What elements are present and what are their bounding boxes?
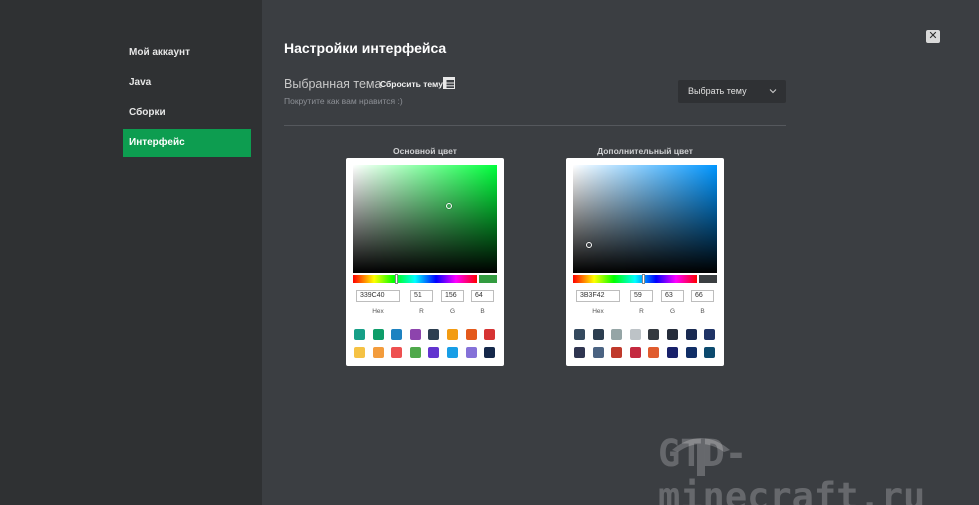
primary-r-field[interactable]: 51: [410, 290, 433, 302]
secondary-swatch[interactable]: [611, 329, 623, 340]
primary-swatch[interactable]: [484, 329, 496, 340]
primary-hue-handle[interactable]: [395, 274, 398, 284]
secondary-swatch[interactable]: [629, 329, 641, 340]
sidebar-item-builds[interactable]: Сборки: [123, 99, 251, 127]
sidebar-item-account[interactable]: Мой аккаунт: [123, 39, 251, 67]
primary-b-label: B: [480, 308, 485, 315]
secondary-g-label: G: [669, 308, 676, 315]
theme-select-label: Выбрать тему: [688, 86, 747, 96]
sidebar: Мой аккаунт Java Сборки Интерфейс: [0, 0, 262, 505]
secondary-swatch[interactable]: [667, 329, 678, 340]
chevron-down-icon: [769, 80, 777, 112]
primary-hue-slider[interactable]: [353, 275, 477, 283]
secondary-saturation-handle[interactable]: [586, 242, 592, 248]
primary-saturation-handle[interactable]: [446, 203, 452, 209]
secondary-hex-label: Hex: [592, 308, 604, 315]
primary-saturation-area[interactable]: [353, 165, 497, 273]
secondary-swatch[interactable]: [704, 329, 716, 340]
primary-hex-field[interactable]: 339C40: [356, 290, 400, 302]
secondary-swatch[interactable]: [611, 347, 623, 358]
page-title: Настройки интерфейса: [284, 40, 447, 56]
watermark: GTD-minecraft.ru: [658, 432, 979, 505]
secondary-swatch[interactable]: [629, 347, 641, 358]
secondary-hue-slider[interactable]: [573, 275, 697, 283]
primary-swatch[interactable]: [391, 347, 403, 358]
secondary-hue-handle[interactable]: [642, 274, 645, 284]
theme-select-dropdown[interactable]: Выбрать тему: [678, 80, 786, 103]
primary-hex-label: Hex: [372, 308, 384, 315]
secondary-swatch[interactable]: [685, 347, 697, 358]
secondary-swatch[interactable]: [592, 329, 604, 340]
secondary-hex-field[interactable]: 3B3F42: [576, 290, 620, 302]
secondary-swatch[interactable]: [574, 329, 585, 340]
primary-r-label: R: [419, 308, 424, 315]
close-icon[interactable]: ✕: [926, 30, 940, 43]
secondary-b-field[interactable]: 66: [691, 290, 714, 302]
primary-swatch[interactable]: [354, 347, 365, 358]
sidebar-item-interface[interactable]: Интерфейс: [123, 129, 251, 157]
secondary-g-field[interactable]: 63: [661, 290, 684, 302]
secondary-r-field[interactable]: 59: [630, 290, 653, 302]
secondary-b-label: B: [700, 308, 705, 315]
primary-swatch[interactable]: [428, 347, 440, 358]
primary-color-picker: 339C40 51 156 64 Hex R G B: [346, 158, 504, 366]
secondary-swatch[interactable]: [592, 347, 604, 358]
selected-theme-label: Выбранная тема: [284, 77, 382, 91]
primary-swatch[interactable]: [484, 347, 496, 358]
secondary-swatch[interactable]: [648, 347, 660, 358]
primary-swatch[interactable]: [465, 329, 477, 340]
secondary-swatch[interactable]: [574, 347, 585, 358]
primary-color-preview: [479, 275, 497, 283]
primary-swatch[interactable]: [354, 329, 365, 340]
primary-g-label: G: [449, 308, 456, 315]
secondary-saturation-area[interactable]: [573, 165, 717, 273]
secondary-swatch[interactable]: [685, 329, 697, 340]
primary-color-title: Основной цвет: [393, 146, 457, 156]
primary-swatch[interactable]: [391, 329, 403, 340]
reset-theme-button[interactable]: Сбросить тему: [380, 79, 443, 89]
secondary-color-title: Дополнительный цвет: [597, 146, 693, 156]
primary-b-field[interactable]: 64: [471, 290, 494, 302]
primary-swatch[interactable]: [447, 329, 458, 340]
table-icon[interactable]: [443, 77, 455, 89]
watermark-text: GTD-minecraft.ru: [658, 432, 926, 505]
sidebar-item-java[interactable]: Java: [123, 69, 251, 97]
primary-swatch[interactable]: [409, 329, 421, 340]
divider: [284, 125, 786, 126]
secondary-swatch[interactable]: [704, 347, 716, 358]
primary-swatch[interactable]: [372, 329, 384, 340]
primary-swatch[interactable]: [465, 347, 477, 358]
secondary-swatch[interactable]: [648, 329, 660, 340]
secondary-color-preview: [699, 275, 717, 283]
primary-swatch[interactable]: [428, 329, 440, 340]
primary-swatch[interactable]: [409, 347, 421, 358]
secondary-swatch[interactable]: [667, 347, 678, 358]
primary-swatch[interactable]: [372, 347, 384, 358]
secondary-r-label: R: [639, 308, 644, 315]
secondary-color-picker: 3B3F42 59 63 66 Hex R G B: [566, 158, 724, 366]
primary-g-field[interactable]: 156: [441, 290, 464, 302]
primary-swatch[interactable]: [447, 347, 458, 358]
theme-subtitle: Покрутите как вам нравится :): [284, 96, 403, 106]
